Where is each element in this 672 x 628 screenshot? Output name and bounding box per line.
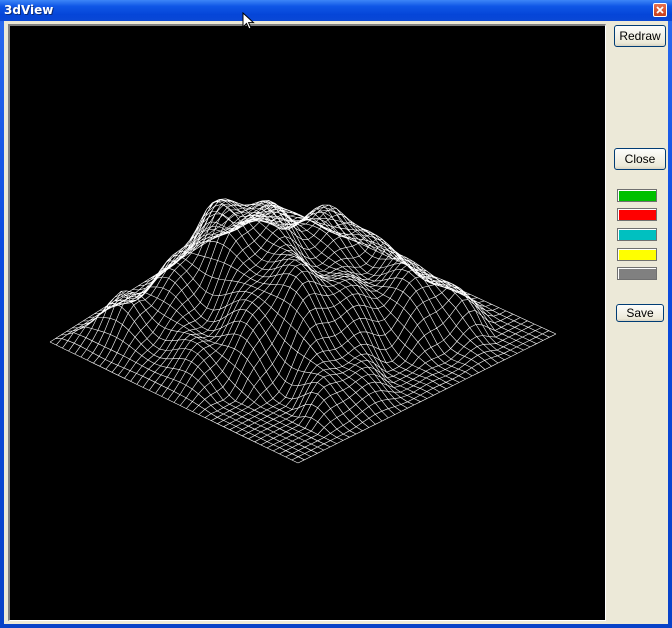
close-icon bbox=[656, 6, 664, 14]
3dview-window: 3dView Redraw Close Save bbox=[0, 0, 672, 628]
color-swatch-red[interactable] bbox=[617, 208, 657, 221]
redraw-button[interactable]: Redraw bbox=[614, 25, 666, 47]
client-area: Redraw Close Save bbox=[4, 21, 668, 624]
mesh-lines bbox=[49, 198, 557, 464]
mouse-pointer-icon bbox=[242, 12, 255, 30]
save-button[interactable]: Save bbox=[616, 304, 664, 322]
window-title: 3dView bbox=[4, 3, 54, 17]
terrain-wireframe-mesh bbox=[49, 198, 557, 464]
3d-view-canvas[interactable] bbox=[8, 24, 606, 621]
color-swatch-cyan[interactable] bbox=[617, 228, 657, 241]
color-swatch-green[interactable] bbox=[617, 189, 657, 202]
color-swatch-gray[interactable] bbox=[617, 267, 657, 280]
window-close-button[interactable] bbox=[653, 3, 667, 17]
title-bar[interactable]: 3dView bbox=[0, 0, 672, 21]
close-button[interactable]: Close bbox=[614, 148, 666, 170]
color-swatch-yellow[interactable] bbox=[617, 248, 657, 261]
